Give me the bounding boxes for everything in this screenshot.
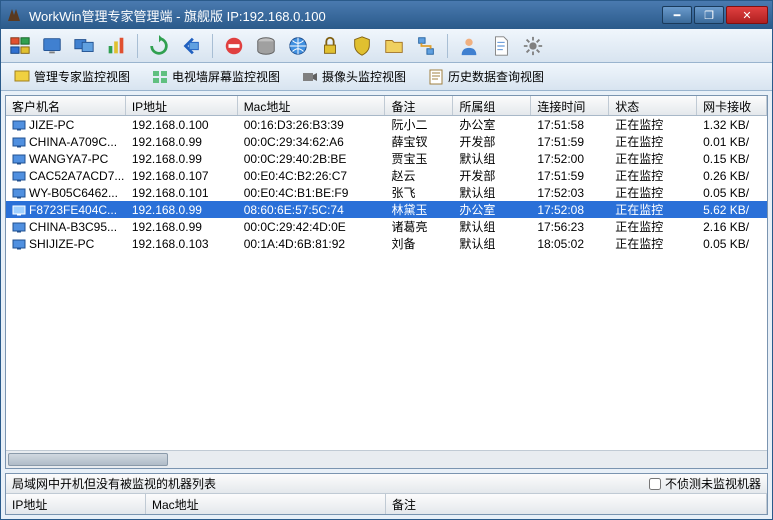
col-header-ip[interactable]: IP地址 (126, 96, 238, 115)
table-row[interactable]: WY-B05C6462...192.168.0.10100:E0:4C:B1:B… (6, 184, 767, 201)
toolbar-separator (137, 34, 138, 58)
toolbar-separator (212, 34, 213, 58)
monitor-icon (12, 239, 26, 250)
window-title: WorkWin管理专家管理端 - 旗舰版 IP:192.168.0.100 (29, 6, 662, 25)
close-button[interactable]: ✕ (726, 6, 768, 24)
tab-tv-wall[interactable]: 电视墙屏幕监控视图 (145, 65, 287, 88)
col-header-status[interactable]: 状态 (609, 96, 697, 115)
horizontal-scrollbar[interactable] (6, 450, 767, 468)
toolbar-lock-icon[interactable] (317, 33, 343, 59)
monitor-icon (12, 205, 26, 216)
toolbar-disk-icon[interactable] (253, 33, 279, 59)
table-row[interactable]: JIZE-PC192.168.0.10000:16:D3:26:B3:39阮小二… (6, 116, 767, 133)
col-header-group[interactable]: 所属组 (453, 96, 531, 115)
monitor-icon (12, 154, 26, 165)
history-icon (428, 69, 444, 85)
monitor-yellow-icon (14, 69, 30, 85)
main-toolbar (1, 29, 772, 63)
tab-camera-monitor[interactable]: 摄像头监控视图 (295, 65, 413, 88)
bottom-title: 局域网中开机但没有被监视的机器列表 (12, 475, 649, 492)
table-row[interactable]: CHINA-A709C...192.168.0.9900:0C:29:34:62… (6, 133, 767, 150)
bottom-table-header: IP地址 Mac地址 备注 (6, 494, 767, 514)
no-detect-checkbox-input[interactable] (649, 478, 661, 490)
col-header-mac[interactable]: Mac地址 (238, 96, 386, 115)
toolbar-dual-monitor-icon[interactable] (71, 33, 97, 59)
bottom-title-row: 局域网中开机但没有被监视的机器列表 不侦测未监视机器 (6, 474, 767, 494)
toolbar-refresh-icon[interactable] (146, 33, 172, 59)
table-header: 客户机名 IP地址 Mac地址 备注 所属组 连接时间 状态 网卡接收 (6, 96, 767, 116)
table-row[interactable]: CHINA-B3C95...192.168.0.9900:0C:29:42:4D… (6, 218, 767, 235)
toolbar-document-icon[interactable] (488, 33, 514, 59)
col-header-time[interactable]: 连接时间 (531, 96, 609, 115)
table-body: JIZE-PC192.168.0.10000:16:D3:26:B3:39阮小二… (6, 116, 767, 450)
monitor-icon (12, 188, 26, 199)
monitor-icon (12, 137, 26, 148)
toolbar-back-icon[interactable] (178, 33, 204, 59)
toolbar-folder-icon[interactable] (381, 33, 407, 59)
monitor-icon (12, 171, 26, 182)
toolbar-chart-icon[interactable] (103, 33, 129, 59)
camera-icon (302, 69, 318, 85)
maximize-button[interactable]: ❐ (694, 6, 724, 24)
window-controls: ━ ❐ ✕ (662, 6, 768, 24)
monitor-icon (12, 120, 26, 131)
toolbar-screens-icon[interactable] (7, 33, 33, 59)
table-row[interactable]: CAC52A7ACD7...192.168.0.10700:E0:4C:B2:2… (6, 167, 767, 184)
app-icon (5, 6, 23, 24)
table-row[interactable]: SHIJIZE-PC192.168.0.10300:1A:4D:6B:81:92… (6, 235, 767, 252)
toolbar-network-icon[interactable] (413, 33, 439, 59)
unmonitored-panel: 局域网中开机但没有被监视的机器列表 不侦测未监视机器 IP地址 Mac地址 备注 (5, 473, 768, 515)
table-row[interactable]: F8723FE404C...192.168.0.9908:60:6E:57:5C… (6, 201, 767, 218)
tab-label: 电视墙屏幕监控视图 (172, 68, 280, 85)
tab-label: 摄像头监控视图 (322, 68, 406, 85)
bottom-col-ip[interactable]: IP地址 (6, 494, 146, 514)
toolbar-user-icon[interactable] (456, 33, 482, 59)
tab-label: 管理专家监控视图 (34, 68, 130, 85)
no-detect-checkbox[interactable]: 不侦测未监视机器 (649, 475, 761, 492)
scrollbar-thumb[interactable] (8, 453, 168, 466)
tab-history-query[interactable]: 历史数据查询视图 (421, 65, 551, 88)
toolbar-globe-icon[interactable] (285, 33, 311, 59)
toolbar-stop-icon[interactable] (221, 33, 247, 59)
bottom-col-mac[interactable]: Mac地址 (146, 494, 386, 514)
no-detect-label: 不侦测未监视机器 (665, 475, 761, 492)
toolbar-shield-icon[interactable] (349, 33, 375, 59)
title-bar: WorkWin管理专家管理端 - 旗舰版 IP:192.168.0.100 ━ … (1, 1, 772, 29)
col-header-name[interactable]: 客户机名 (6, 96, 126, 115)
view-tabs-toolbar: 管理专家监控视图 电视墙屏幕监控视图 摄像头监控视图 历史数据查询视图 (1, 63, 772, 91)
table-row[interactable]: WANGYA7-PC192.168.0.9900:0C:29:40:2B:BE贾… (6, 150, 767, 167)
tab-label: 历史数据查询视图 (448, 68, 544, 85)
tv-wall-icon (152, 69, 168, 85)
app-window: WorkWin管理专家管理端 - 旗舰版 IP:192.168.0.100 ━ … (0, 0, 773, 520)
toolbar-monitor-icon[interactable] (39, 33, 65, 59)
minimize-button[interactable]: ━ (662, 6, 692, 24)
col-header-note[interactable]: 备注 (385, 96, 453, 115)
col-header-net[interactable]: 网卡接收 (697, 96, 767, 115)
toolbar-gear-icon[interactable] (520, 33, 546, 59)
client-table: 客户机名 IP地址 Mac地址 备注 所属组 连接时间 状态 网卡接收 JIZE… (5, 95, 768, 469)
bottom-col-note[interactable]: 备注 (386, 494, 767, 514)
tab-expert-monitor[interactable]: 管理专家监控视图 (7, 65, 137, 88)
monitor-icon (12, 222, 26, 233)
toolbar-separator (447, 34, 448, 58)
